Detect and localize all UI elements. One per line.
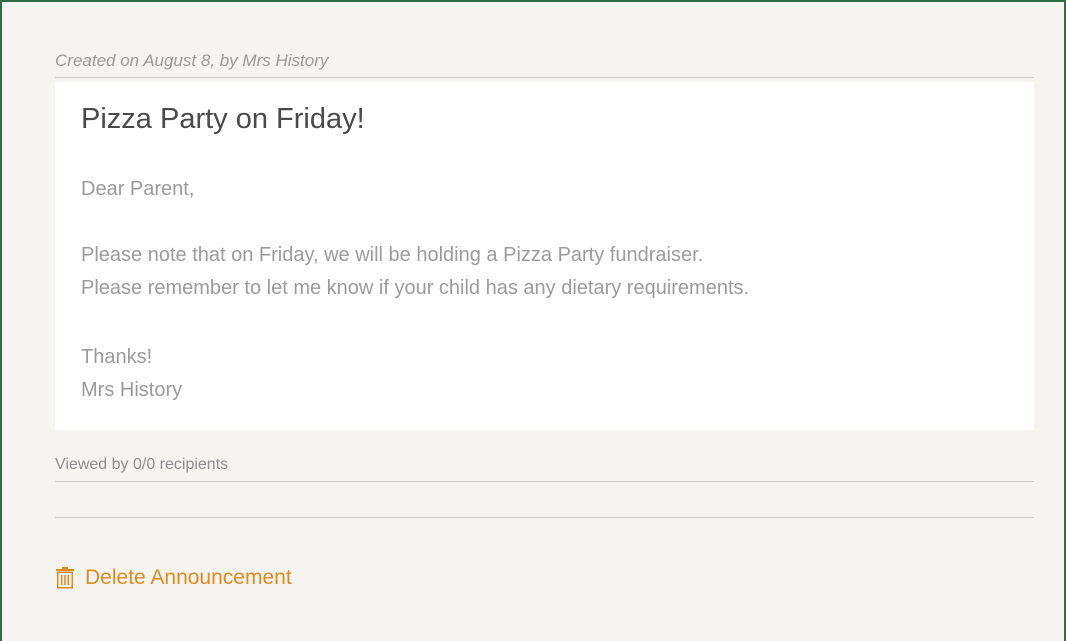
divider [55, 517, 1034, 518]
announcement-title: Pizza Party on Friday! [81, 103, 365, 135]
closing-text: Thanks! [81, 346, 153, 368]
viewed-count: Viewed by 0/0 recipients [55, 455, 1034, 482]
created-meta: Created on August 8, by Mrs History [55, 50, 1034, 78]
delete-announcement-button[interactable]: Delete Announcement [55, 564, 292, 592]
body-line-2: Please remember to let me know if your c… [81, 277, 750, 299]
announcement-card: Pizza Party on Friday! Dear Parent, Plea… [55, 82, 1034, 430]
body-line-1: Please note that on Friday, we will be h… [81, 244, 704, 266]
delete-announcement-label: Delete Announcement [85, 566, 292, 589]
trash-icon [55, 567, 75, 589]
signature-text: Mrs History [81, 379, 183, 401]
announcement-panel: Created on August 8, by Mrs History Pizz… [0, 0, 1066, 641]
greeting-text: Dear Parent, [81, 178, 195, 200]
